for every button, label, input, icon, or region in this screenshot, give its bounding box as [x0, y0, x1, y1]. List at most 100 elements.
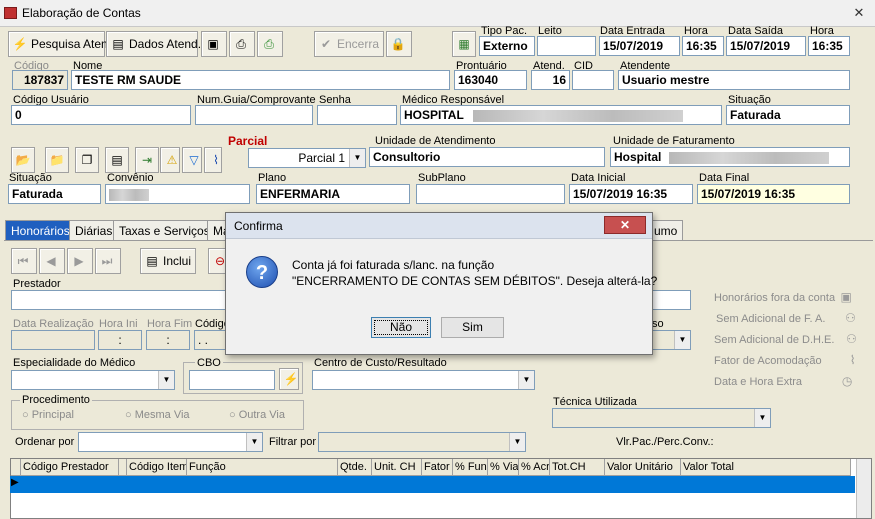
column-header[interactable]: % Via [488, 459, 519, 476]
next-icon: ▶ [74, 254, 84, 268]
filter-button[interactable]: ▽ [182, 147, 202, 173]
column-header[interactable]: Função [187, 459, 338, 476]
unidade-faturamento-label: Unidade de Faturamento [613, 135, 735, 147]
window-close-button[interactable]: ✕ [848, 5, 870, 22]
prev-record-button[interactable]: ◀ [39, 248, 65, 274]
export-button[interactable]: ⇥ [135, 147, 159, 173]
prev-icon: ◀ [46, 254, 56, 268]
column-header[interactable]: Código Prestador [21, 459, 119, 476]
convenio-field[interactable] [105, 184, 250, 204]
data-realizacao-field[interactable] [11, 330, 95, 350]
column-header[interactable]: Tot.CH [550, 459, 605, 476]
tipo-pac-field[interactable]: Externo [479, 36, 535, 56]
mesma-via-radio[interactable]: ○ Mesma Via [125, 409, 190, 421]
tecnica-select[interactable]: ▼ [552, 408, 771, 428]
warning-button[interactable]: ⚠ [160, 147, 180, 173]
lock-button[interactable]: 🔒 [386, 31, 412, 57]
leito-field[interactable] [537, 36, 596, 56]
unidade-atendimento-field[interactable]: Consultorio [369, 147, 605, 167]
grid-scrollbar[interactable] [856, 459, 871, 518]
window-settings-button[interactable]: ▣ [201, 31, 227, 57]
open-folder-button[interactable]: 📂 [11, 147, 35, 173]
data-inicial-field[interactable]: 15/07/2019 16:35 [569, 184, 693, 204]
column-header[interactable]: % Acr [519, 459, 550, 476]
no-button[interactable]: Não [371, 317, 431, 338]
codigo-usuario-field[interactable]: 0 [11, 105, 191, 125]
pesquisa-atend-button[interactable]: ⚡ Pesquisa Atend. [8, 31, 118, 57]
column-header[interactable]: % Fun [453, 459, 488, 476]
cid-field[interactable] [572, 70, 614, 90]
inclui-button[interactable]: ▤ Inclui [140, 248, 196, 274]
first-record-button[interactable]: ⏮ [11, 248, 37, 274]
attach-button[interactable]: ⌇ [204, 147, 222, 173]
data-hora-extra-option[interactable]: Data e Hora Extra ◷ [714, 373, 855, 389]
num-guia-field[interactable] [195, 105, 313, 125]
hora-ini-field[interactable]: : [98, 330, 142, 350]
data-saida-field[interactable]: 15/07/2019 [726, 36, 806, 56]
table-row[interactable] [10, 476, 855, 493]
sem-adicional-fa-option[interactable]: Sem Adicional de F. A. ⚇ [716, 310, 859, 326]
atend-field[interactable]: 16 [531, 70, 570, 90]
column-header[interactable]: Código Item [127, 459, 187, 476]
column-header[interactable]: Valor Unitário [605, 459, 681, 476]
centro-custo-select[interactable]: ▼ [312, 370, 535, 390]
filtrar-por-label: Filtrar por [269, 436, 317, 448]
situacao-top-field[interactable]: Faturada [726, 105, 850, 125]
column-header[interactable]: Qtde. [338, 459, 372, 476]
hora-saida-field[interactable]: 16:35 [808, 36, 850, 56]
atendente-field[interactable]: Usuario mestre [618, 70, 850, 90]
column-header[interactable]: Valor Total [681, 459, 851, 476]
plano-field[interactable]: ENFERMARIA [256, 184, 410, 204]
calculator-button[interactable]: ▦ [452, 31, 476, 57]
folder-icon: 📁 [49, 153, 65, 167]
copy-button[interactable]: ▤ [105, 147, 129, 173]
parcial-select[interactable]: Parcial 1 ▼ [248, 148, 366, 168]
prestador-extra-field[interactable] [650, 290, 691, 310]
encerra-button[interactable]: ✔ Encerra [314, 31, 384, 57]
column-header[interactable]: Fator [422, 459, 453, 476]
outra-via-radio[interactable]: ○ Outra Via [229, 409, 285, 421]
filtrar-por-select[interactable]: ▼ [318, 432, 526, 452]
chevron-down-icon: ▼ [674, 331, 690, 349]
windows-button[interactable]: ❐ [75, 147, 99, 173]
tab-taxas-servicos[interactable]: Taxas e Serviços [113, 220, 216, 240]
tab-consumo[interactable]: umo [648, 220, 684, 240]
hora-entrada-field[interactable]: 16:35 [682, 36, 724, 56]
tab-diarias[interactable]: Diárias [69, 220, 119, 240]
hora-fim-label: Hora Fim [147, 318, 193, 330]
situacao-field[interactable]: Faturada [8, 184, 101, 204]
dados-atend-button[interactable]: ▤ Dados Atend. [106, 31, 201, 57]
especialidade-select[interactable]: ▼ [11, 370, 175, 390]
subplano-field[interactable] [416, 184, 565, 204]
yes-button[interactable]: Sim [441, 317, 504, 338]
nome-field[interactable]: TESTE RM SAUDE [71, 70, 450, 90]
honorarios-fora-conta-option[interactable]: Honorários fora da conta ▣ [714, 289, 854, 305]
medico-responsavel-field[interactable]: HOSPITAL [400, 105, 722, 125]
data-final-field[interactable]: 15/07/2019 16:35 [697, 184, 850, 204]
principal-radio[interactable]: ○ Principal [22, 409, 74, 421]
data-entrada-field[interactable]: 15/07/2019 [599, 36, 680, 56]
cbo-search-button[interactable]: ⚡ [279, 368, 299, 390]
folder-disabled-button[interactable]: 📁 [45, 147, 69, 173]
prontuario-field[interactable]: 163040 [454, 70, 527, 90]
codigo-procedimento-field[interactable]: . . [194, 330, 226, 350]
question-icon: ? [246, 256, 278, 288]
dialog-close-button[interactable]: ✕ [604, 216, 646, 234]
next-record-button[interactable]: ▶ [67, 248, 93, 274]
last-record-button[interactable]: ⏭ [95, 248, 121, 274]
so-select[interactable]: ▼ [652, 330, 691, 350]
tab-honorarios[interactable]: Honorários [5, 220, 76, 240]
cbo-field[interactable] [189, 370, 275, 390]
column-header[interactable]: Unit. CH [372, 459, 422, 476]
unidade-faturamento-field[interactable]: Hospital [610, 147, 850, 167]
print-green-button[interactable]: ⎙ [257, 31, 283, 57]
radio-icon: ○ [229, 409, 239, 421]
fator-acomodacao-option[interactable]: Fator de Acomodação ⌇ [714, 352, 861, 368]
senha-field[interactable] [317, 105, 397, 125]
print-button[interactable]: ⎙ [229, 31, 255, 57]
sem-adicional-dhe-option[interactable]: Sem Adicional de D.H.E. ⚇ [714, 331, 860, 347]
hora-fim-field[interactable]: : [146, 330, 190, 350]
prestador-field[interactable] [11, 290, 226, 310]
last-icon: ⏭ [101, 254, 113, 268]
ordenar-por-select[interactable]: ▼ [78, 432, 263, 452]
